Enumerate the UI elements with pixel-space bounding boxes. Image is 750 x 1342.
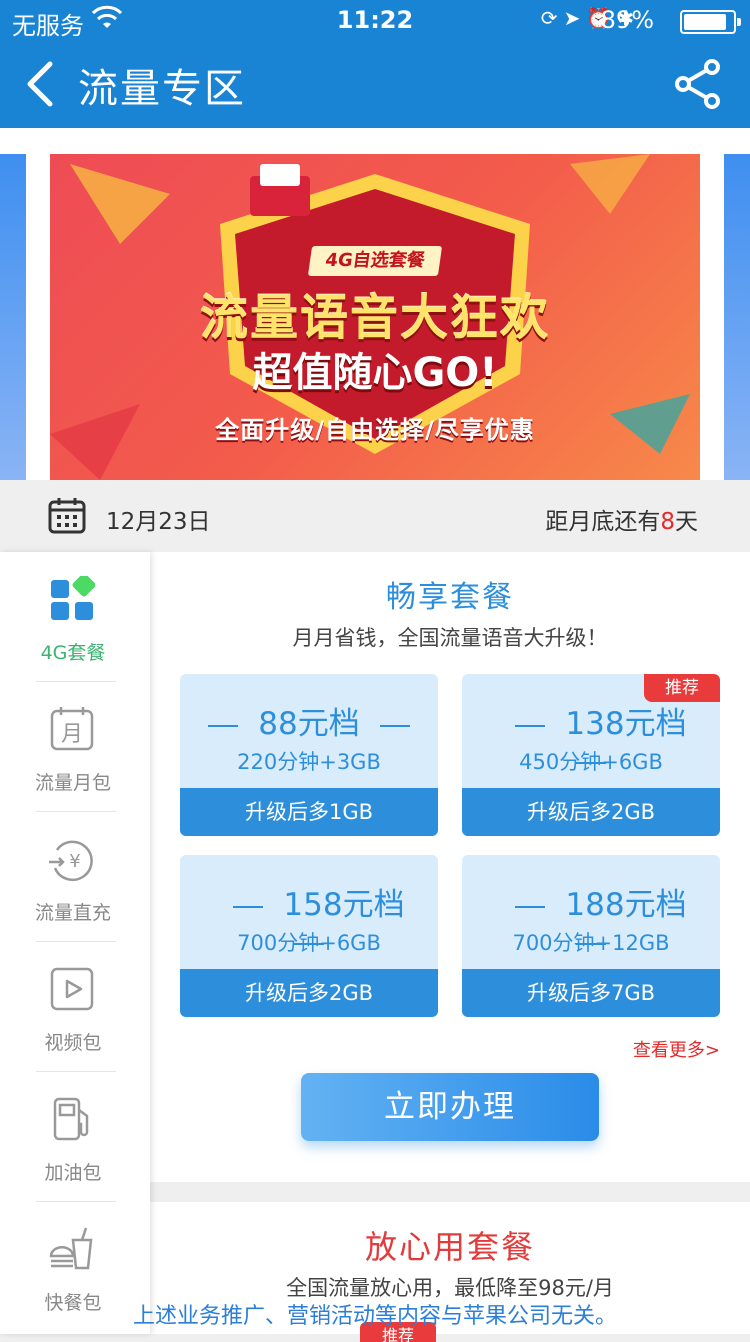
plan-upgrade: 升级后多2GB — [462, 788, 720, 836]
banner-carousel[interactable]: 4G自选套餐 流量语音大狂欢 超值随心GO! 全面升级/自由选择/尽享优惠 — [0, 128, 750, 480]
page-title: 流量专区 — [78, 66, 246, 112]
sidebar-item-4g-package[interactable]: 4G套餐 — [0, 552, 150, 682]
share-icon — [675, 59, 720, 109]
plan-upgrade: 升级后多2GB — [180, 969, 438, 1017]
days-remaining-count: 8 — [660, 509, 675, 535]
days-remaining: 距月底还有8天 — [545, 502, 698, 536]
plan-price-label: 138元档 — [565, 706, 687, 742]
section-title: 放心用套餐 — [364, 1228, 535, 1266]
plan-price-label: 158元档 — [283, 887, 405, 923]
section-divider — [150, 1182, 750, 1202]
current-date: 12月23日 — [106, 509, 211, 535]
category-sidebar: 4G套餐 月 流量月包 ¥ 流量直充 视频包 加油包 快餐包 — [0, 552, 150, 1334]
banner-subheadline: 超值随心GO! — [252, 350, 498, 396]
plan-detail: 450分钟+6GB — [519, 750, 663, 774]
sidebar-item-data-recharge[interactable]: ¥ 流量直充 — [0, 812, 150, 942]
plan-detail: 700分钟+12GB — [512, 931, 670, 955]
svg-text:月: 月 — [61, 722, 83, 747]
rotation-lock-icon: ⟳ — [540, 6, 564, 30]
fuel-pump-icon — [53, 1097, 89, 1141]
back-button[interactable] — [22, 58, 72, 110]
next-banner-peek[interactable] — [724, 154, 750, 480]
plan-card[interactable]: 188元档 700分钟+12GB 升级后多7GB — [462, 855, 720, 1017]
svg-text:¥: ¥ — [69, 851, 80, 872]
calendar-icon — [48, 498, 86, 534]
plan-upgrade: 升级后多7GB — [462, 969, 720, 1017]
sidebar-item-label: 流量月包 — [34, 772, 111, 794]
battery-icon — [680, 10, 741, 34]
plan-content: 畅享套餐 月月省钱，全国流量语音大升级！ 88元档 220分钟+3GB 升级后多… — [150, 552, 750, 1342]
date-bar: 12月23日 距月底还有8天 — [0, 480, 750, 552]
banner-slogan: 全面升级/自由选择/尽享优惠 — [215, 416, 535, 444]
fast-food-icon — [49, 1227, 93, 1270]
banner-tag: 4G自选套餐 — [307, 246, 443, 276]
plan-price: 88元档 — [180, 698, 438, 743]
sidebar-item-monthly-data[interactable]: 月 流量月包 — [0, 682, 150, 812]
share-button[interactable] — [674, 58, 724, 110]
section-subtitle: 月月省钱，全国流量语音大升级！ — [292, 626, 608, 650]
plan-card[interactable]: 158元档 700分钟+6GB 升级后多2GB — [180, 855, 438, 1017]
sidebar-item-label: 视频包 — [44, 1032, 102, 1054]
plan-price-label: 88元档 — [258, 706, 360, 742]
sidebar-item-label: 4G套餐 — [40, 642, 106, 664]
nav-bar: 流量专区 — [0, 40, 750, 128]
banner-headline: 流量语音大狂欢 — [199, 290, 550, 346]
plan-card[interactable]: 推荐 138元档 450分钟+6GB 升级后多2GB — [462, 674, 720, 836]
plan-upgrade: 升级后多1GB — [180, 788, 438, 836]
sidebar-item-fuel-pack[interactable]: 加油包 — [0, 1072, 150, 1202]
video-play-icon — [50, 967, 94, 1011]
plan-detail: 220分钟+3GB — [237, 750, 381, 774]
plan-price-label: 188元档 — [565, 887, 687, 923]
battery-percent: 89% — [600, 6, 654, 34]
status-bar: 无服务 11:22 ⟳➤⏰✱ 89% — [0, 0, 750, 40]
plan-card[interactable]: 88元档 220分钟+3GB 升级后多1GB — [180, 674, 438, 836]
yuan-recharge-icon: ¥ — [49, 840, 93, 882]
monthly-calendar-icon: 月 — [50, 707, 94, 751]
sidebar-item-video-pack[interactable]: 视频包 — [0, 942, 150, 1072]
days-remaining-prefix: 距月底还有 — [545, 509, 661, 535]
sidebar-item-label: 加油包 — [44, 1162, 102, 1184]
location-arrow-icon: ➤ — [563, 6, 587, 30]
plan-detail: 700分钟+6GB — [237, 931, 381, 955]
apply-now-button[interactable]: 立即办理 — [301, 1073, 599, 1141]
disclaimer-text: 上述业务推广、营销活动等内容与苹果公司无关。 — [132, 1304, 617, 1329]
days-remaining-suffix: 天 — [675, 509, 698, 535]
4g-package-icon — [51, 576, 95, 620]
section-title: 畅享套餐 — [386, 580, 514, 615]
chevron-left-icon — [27, 61, 53, 107]
see-more-link[interactable]: 查看更多> — [633, 1036, 720, 1062]
sidebar-item-label: 流量直充 — [34, 902, 111, 924]
promo-banner[interactable]: 4G自选套餐 流量语音大狂欢 超值随心GO! 全面升级/自由选择/尽享优惠 — [50, 154, 700, 480]
prev-banner-peek[interactable] — [0, 154, 26, 480]
